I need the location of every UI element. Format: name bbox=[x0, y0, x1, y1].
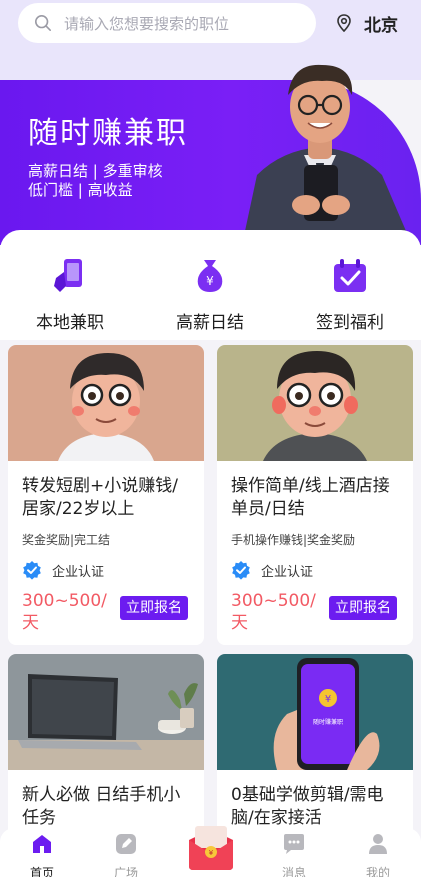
company-verified: 企业认证 bbox=[231, 560, 413, 580]
tab-messages[interactable]: 消息 bbox=[264, 832, 324, 877]
calendar-check-icon bbox=[334, 259, 366, 292]
search-icon bbox=[34, 14, 52, 32]
message-icon bbox=[284, 834, 304, 854]
tab-square[interactable]: 广场 bbox=[96, 832, 156, 877]
city-name: 北京 bbox=[364, 15, 398, 36]
tab-label: 广场 bbox=[113, 866, 138, 877]
job-pay: 300~500/天 bbox=[22, 591, 107, 633]
banner-subtitle-2: 低门槛 | 高收益 bbox=[28, 181, 133, 199]
user-icon bbox=[369, 834, 387, 854]
verified-badge-icon bbox=[23, 561, 41, 580]
money-bag-icon: ¥ bbox=[197, 260, 223, 292]
feature-label: 本地兼职 bbox=[36, 313, 104, 333]
job-card[interactable]: ¥ 随时赚兼职 0基础学做剪辑/需电脑/在家接活 bbox=[217, 654, 413, 844]
job-title: 转发短剧+小说赚钱/居家/22岁以上 bbox=[22, 476, 178, 519]
job-thumbnail bbox=[217, 345, 413, 461]
verified-badge-icon bbox=[232, 561, 250, 580]
home-icon bbox=[33, 835, 51, 853]
company-verified: 企业认证 bbox=[22, 560, 204, 580]
tab-home[interactable]: 首页 bbox=[12, 832, 72, 877]
job-card[interactable]: 操作简单/线上酒店接单员/日结 手机操作赚钱|奖金奖励 企业认证 300~500… bbox=[217, 345, 413, 645]
job-thumbnail bbox=[8, 345, 204, 461]
location-pin-icon bbox=[337, 14, 351, 33]
apply-button[interactable]: 立即报名 bbox=[329, 596, 397, 620]
svg-text:¥: ¥ bbox=[325, 694, 331, 705]
search-input[interactable]: 请输入您想要搜索的职位 bbox=[18, 3, 316, 43]
tab-label: 消息 bbox=[281, 866, 306, 877]
job-thumbnail: ¥ 随时赚兼职 bbox=[217, 654, 413, 770]
apply-button[interactable]: 立即报名 bbox=[120, 596, 188, 620]
red-envelope-button[interactable]: ¥ bbox=[183, 822, 239, 872]
search-placeholder: 请输入您想要搜索的职位 bbox=[64, 14, 230, 33]
location-selector[interactable]: 北京 bbox=[334, 10, 398, 36]
job-title: 操作简单/线上酒店接单员/日结 bbox=[231, 476, 390, 519]
job-title: 0基础学做剪辑/需电脑/在家接活 bbox=[231, 785, 384, 828]
businessman-illustration bbox=[242, 64, 412, 245]
tab-label: 我的 bbox=[365, 866, 390, 877]
tab-label: 首页 bbox=[29, 866, 54, 877]
phone-screen-text: 随时赚兼职 bbox=[313, 718, 343, 726]
banner-title: 随时赚兼职 bbox=[28, 116, 188, 151]
feature-label: 高薪日结 bbox=[176, 313, 244, 333]
job-thumbnail bbox=[8, 654, 204, 770]
pay-row: 300~500/天 立即报名 bbox=[217, 590, 413, 636]
edit-icon bbox=[116, 834, 136, 854]
job-pay: 300~500/天 bbox=[231, 591, 316, 633]
feature-high-pay-daily[interactable]: ¥ 高薪日结 bbox=[150, 256, 270, 333]
feature-checkin-bonus[interactable]: 签到福利 bbox=[290, 256, 410, 333]
job-title: 新人必做 日结手机小任务 bbox=[22, 785, 181, 828]
job-card[interactable]: 转发短剧+小说赚钱/居家/22岁以上 奖金奖励|完工结 企业认证 300~500… bbox=[8, 345, 204, 645]
feature-label: 签到福利 bbox=[316, 313, 384, 333]
job-tags: 奖金奖励|完工结 bbox=[22, 533, 111, 547]
pay-row: 300~500/天 立即报名 bbox=[8, 590, 204, 636]
banner-subtitle-1: 高薪日结 | 多重审核 bbox=[28, 162, 163, 180]
job-tags: 手机操作赚钱|奖金奖励 bbox=[231, 533, 356, 547]
verified-label: 企业认证 bbox=[261, 564, 314, 580]
job-card[interactable]: 新人必做 日结手机小任务 bbox=[8, 654, 204, 844]
verified-label: 企业认证 bbox=[52, 564, 105, 580]
feature-local-parttime[interactable]: 本地兼职 bbox=[10, 256, 130, 333]
svg-text:¥: ¥ bbox=[206, 274, 214, 288]
svg-text:¥: ¥ bbox=[209, 849, 214, 857]
hand-phone-icon bbox=[54, 259, 82, 292]
tab-profile[interactable]: 我的 bbox=[348, 832, 408, 877]
